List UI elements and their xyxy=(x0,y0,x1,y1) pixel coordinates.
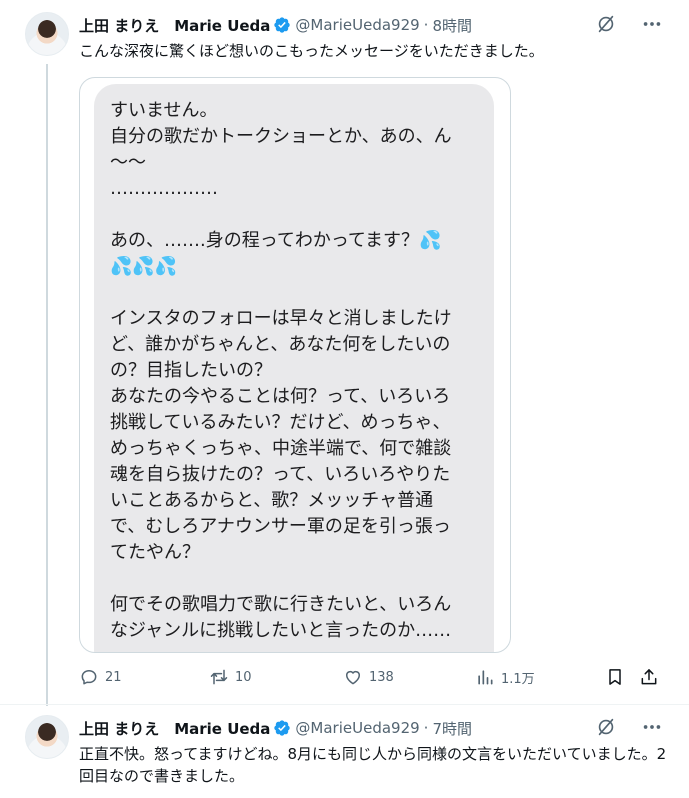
avatar[interactable] xyxy=(25,12,69,56)
message-line: てたやん？ xyxy=(110,542,200,563)
tweet-text: こんな深夜に驚くほど想いのこもったメッセージをいただきました。 xyxy=(79,42,544,60)
message-line: いことあるからと、歌？メッッチャ普通 xyxy=(110,490,434,511)
timestamp[interactable]: 8時間 xyxy=(432,15,472,36)
message-line xyxy=(110,280,480,306)
message-line: で、むしろアナウンサー軍の足を引っ張っ xyxy=(110,516,451,537)
timestamp[interactable]: 7時間 xyxy=(432,718,472,739)
views-button[interactable]: 1.1万 xyxy=(475,664,535,690)
message-line: めっちゃくっちゃ、中途半端で、何で雑談 xyxy=(110,438,452,459)
more-icon[interactable] xyxy=(641,716,663,738)
bookmark-button[interactable] xyxy=(605,664,631,690)
tweet-header: 上田 まりえ Marie Ueda @MarieUeda929 · 7時間 xyxy=(79,717,669,739)
separator-dot: · xyxy=(423,16,429,34)
message-line: 魂を自ら抜けたの？って、いろいろやりた xyxy=(110,464,451,485)
message-line: あの、…….身の程ってわかってます？💦 xyxy=(110,230,442,251)
display-name[interactable]: 上田 まりえ Marie Ueda xyxy=(79,718,270,739)
verified-badge-icon xyxy=(274,17,291,33)
message-line xyxy=(110,202,480,228)
message-bubble: すいません。自分の歌だかトークショーとか、あの、ん 〜〜 ……………… あの、…….身… xyxy=(94,84,494,652)
message-line: の？目指したいの？ xyxy=(110,360,272,381)
message-line: 自分の歌だかトークショーとか、あの、ん xyxy=(110,126,452,147)
grok-icon[interactable] xyxy=(595,13,617,35)
like-count: 138 xyxy=(369,669,394,685)
reply-icon xyxy=(81,670,97,685)
message-line: ど、誰かがちゃんと、あなた何をしたいの xyxy=(110,334,451,355)
message-line: 何でその歌唱力で歌に行きたいと、いろん xyxy=(110,594,452,615)
bookmark-icon xyxy=(609,669,621,685)
views-icon xyxy=(478,670,493,685)
message-line: すいません。 xyxy=(110,100,218,121)
message-line: インスタのフォローは早々と消しましたけ xyxy=(110,308,452,329)
tweet-1[interactable]: 上田 まりえ Marie Ueda @MarieUeda929 · 8時間 こん… xyxy=(0,0,689,704)
message-line: なジャンルに挑戦したいと言ったのか…… xyxy=(110,620,452,641)
verified-badge-icon xyxy=(274,720,291,736)
like-icon xyxy=(346,670,360,685)
share-icon xyxy=(641,669,657,685)
repost-button[interactable]: 10 xyxy=(209,664,252,690)
message-line: ……………… xyxy=(110,178,218,199)
tweet-text: 正直不快。怒ってますけどね。8月にも同じ人から同様の文言をいただいていました。2… xyxy=(79,745,667,785)
handle[interactable]: @MarieUeda929 xyxy=(295,16,419,34)
message-line: あなたの今やることは何？って、いろいろ xyxy=(110,386,451,407)
like-button[interactable]: 138 xyxy=(343,664,394,690)
message-line: 〜〜 xyxy=(110,152,146,173)
more-icon[interactable] xyxy=(641,13,663,35)
reply-button[interactable]: 21 xyxy=(79,664,122,690)
repost-icon xyxy=(210,669,228,685)
handle[interactable]: @MarieUeda929 xyxy=(295,719,419,737)
tweet-2[interactable]: 上田 まりえ Marie Ueda @MarieUeda929 · 7時間 正直… xyxy=(0,704,689,798)
message-line xyxy=(110,566,480,592)
share-button[interactable] xyxy=(639,664,665,690)
separator-dot: · xyxy=(423,719,429,737)
avatar[interactable] xyxy=(25,715,69,759)
reply-count: 21 xyxy=(105,669,122,685)
repost-count: 10 xyxy=(235,669,252,685)
action-bar: 21 10 138 1.1万 xyxy=(79,664,664,690)
views-count: 1.1万 xyxy=(501,671,535,687)
display-name[interactable]: 上田 まりえ Marie Ueda xyxy=(79,15,270,36)
grok-icon[interactable] xyxy=(595,716,617,738)
attached-image[interactable]: すいません。自分の歌だかトークショーとか、あの、ん 〜〜 ……………… あの、…….身… xyxy=(79,77,511,653)
tweet-header: 上田 まりえ Marie Ueda @MarieUeda929 · 8時間 xyxy=(79,14,669,36)
message-line: 挑戦しているみたい？だけど、めっちゃ、 xyxy=(110,412,451,433)
message-line: 💦💦💦 xyxy=(110,256,178,277)
